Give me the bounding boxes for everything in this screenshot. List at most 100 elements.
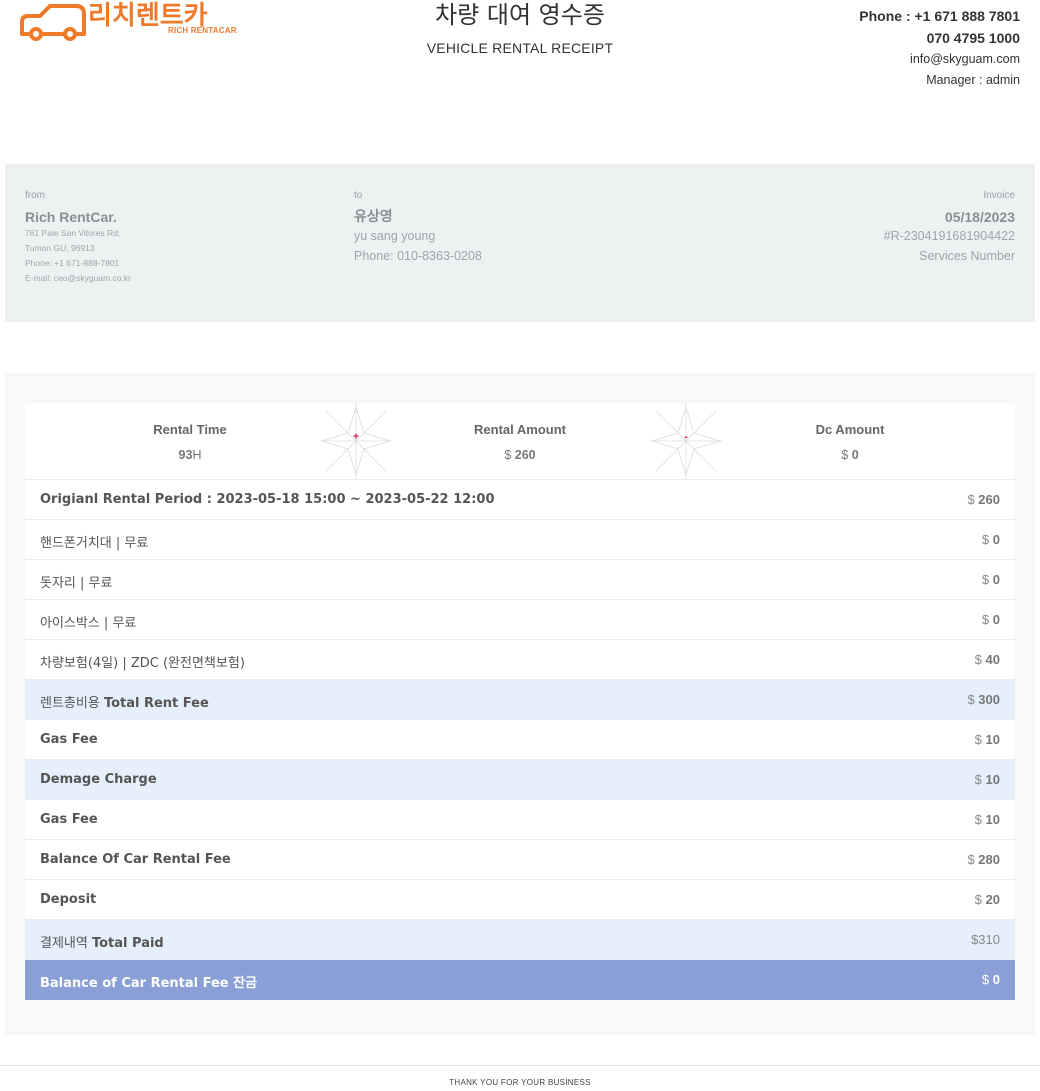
line-item-amount: 40: [985, 652, 1000, 667]
line-item-icebox: 아이스박스 | 무료 $ 0: [25, 600, 1015, 640]
footer-thanks: THANK YOU FOR YOUR BUSINESS: [449, 1078, 591, 1087]
line-item-total-paid: 결제내역 Total Paid $310: [25, 920, 1015, 960]
line-item-label: Gas Fee: [40, 732, 98, 747]
rental-time-unit: H: [192, 448, 202, 462]
rental-amount-value: 260: [514, 448, 536, 462]
to-label: to: [354, 190, 363, 201]
footer-divider: [0, 1065, 1040, 1066]
line-item-label: Total Paid: [91, 936, 164, 951]
line-item-amount: 260: [978, 492, 1000, 507]
line-items-table: Origianl Rental Period : 2023-05-18 15:0…: [25, 480, 1015, 1000]
line-item-mat: 돗자리 | 무료 $ 0: [25, 560, 1015, 600]
contact-phone: Phone : +1 671 888 7801: [859, 8, 1020, 24]
title-korean: 차량 대여 영수증: [435, 1, 605, 29]
line-item-label-ko: 결제내역: [40, 936, 92, 951]
summary-bar: Rental Time 93H + Rental Amount $ 260 - …: [25, 403, 1015, 480]
line-item-amount: 0: [992, 612, 1000, 627]
line-item-currency: $: [974, 732, 982, 747]
line-item-label: 핸드폰거치대 | 무료: [40, 536, 149, 551]
to-name-en: yu sang young: [354, 229, 436, 243]
dc-amount-label: Dc Amount: [815, 422, 885, 437]
line-item-currency: $: [967, 492, 975, 507]
line-item-balance: Balance Of Car Rental Fee $ 280: [25, 840, 1015, 880]
invoice-info-band: from Rich RentCar. 761 Pale San Vitores …: [5, 164, 1035, 322]
dc-amount-cell: Dc Amount $ 0: [750, 422, 950, 463]
line-item-total-rent-fee: 렌트총비용 Total Rent Fee $ 300: [25, 680, 1015, 720]
line-item-final-balance: Balance of Car Rental Fee 잔금 $ 0: [25, 960, 1015, 1000]
from-section: from Rich RentCar. 761 Pale San Vitores …: [25, 190, 131, 286]
invoice-section: Invoice 05/18/2023 #R-2304191681904422 S…: [884, 190, 1015, 266]
invoice-date: 05/18/2023: [944, 209, 1015, 225]
receipt-title: 차량 대여 영수증 VEHICLE RENTAL RECEIPT: [320, 0, 720, 56]
dc-amount-value: 0: [851, 448, 859, 462]
rental-amount-currency: $: [504, 448, 512, 462]
line-item-label: 차량보험(4일) | ZDC (완전면책보험): [40, 656, 245, 671]
line-item-label: Balance Of Car Rental Fee: [40, 852, 231, 867]
line-item-label: 아이스박스 | 무료: [40, 616, 137, 631]
from-phone: Phone: +1 671-888-7801: [25, 258, 120, 268]
line-item-currency: $: [974, 652, 982, 667]
line-item-amount: 0: [992, 532, 1000, 547]
services-number-label: Services Number: [919, 249, 1015, 263]
line-item-label: Origianl Rental Period : 2023-05-18 15:0…: [40, 492, 495, 507]
line-item-amount: 10: [985, 732, 1000, 747]
line-item-currency: $: [974, 812, 982, 827]
line-item-currency: $: [967, 692, 975, 707]
line-item-amount: 300: [978, 692, 1000, 707]
line-item-damage-charge: Demage Charge $ 10: [25, 760, 1015, 800]
line-item-amount: 10: [985, 772, 1000, 787]
rental-time-label: Rental Time: [153, 422, 227, 437]
from-email: E-mail: ceo@skyguam.co.kr: [25, 273, 131, 283]
to-section: to 유상영 yu sang young Phone: 010-8363-020…: [354, 190, 482, 266]
plus-sign: +: [352, 431, 360, 443]
minus-sign: -: [684, 431, 688, 443]
from-name: Rich RentCar.: [25, 209, 117, 225]
line-item-label-ko: 렌트총비용: [40, 696, 104, 711]
rental-amount-cell: Rental Amount $ 260: [420, 422, 620, 463]
line-item-label: Deposit: [40, 892, 97, 907]
line-item-amount: 20: [985, 892, 1000, 907]
line-item-currency: $: [981, 532, 990, 547]
line-item-deposit: Deposit $ 20: [25, 880, 1015, 920]
line-item-label: 돗자리 | 무료: [40, 576, 113, 591]
line-item-amount: 280: [978, 852, 1000, 867]
line-item-label: Total Rent Fee: [103, 696, 209, 711]
company-logo: 리치렌트카 RICH RENTACAR: [18, 0, 236, 44]
plus-operator: +: [320, 403, 392, 479]
line-item-amount: 0: [992, 972, 1000, 987]
minus-operator: -: [650, 403, 722, 479]
contact-email: info@skyguam.com: [910, 52, 1020, 66]
line-item-phone-holder: 핸드폰거치대 | 무료 $ 0: [25, 520, 1015, 560]
from-address-line2: Tumon GU, 96913: [25, 243, 95, 253]
invoice-number: #R-2304191681904422: [883, 229, 1015, 243]
contact-phone-alt: 070 4795 1000: [926, 30, 1020, 46]
line-item-gas-fee: Gas Fee $ 10: [25, 720, 1015, 760]
receipt-details: Rental Time 93H + Rental Amount $ 260 - …: [5, 373, 1035, 1035]
line-item-currency: $: [981, 612, 990, 627]
line-item-currency: $: [967, 852, 975, 867]
company-contact: Phone : +1 671 888 7801 070 4795 1000 in…: [859, 5, 1020, 91]
dc-amount-currency: $: [841, 448, 849, 462]
line-item-currency: $: [981, 972, 990, 987]
logo-text-en: RICH RENTACAR: [168, 26, 237, 35]
rental-time-value: 93: [178, 448, 193, 462]
from-address-line1: 761 Pale San Vitores Rd,: [25, 228, 121, 238]
line-item-currency: $: [974, 892, 982, 907]
line-item-rental-period: Origianl Rental Period : 2023-05-18 15:0…: [25, 480, 1015, 520]
car-logo-icon: [20, 4, 86, 41]
line-item-label: Demage Charge: [40, 772, 157, 787]
to-name-ko: 유상영: [354, 209, 393, 225]
from-label: from: [25, 190, 45, 201]
to-phone: Phone: 010-8363-0208: [354, 249, 482, 263]
line-item-gas-fee-2: Gas Fee $ 10: [25, 800, 1015, 840]
invoice-label: Invoice: [983, 190, 1015, 201]
line-item-amount: 10: [985, 812, 1000, 827]
line-item-amount: 0: [992, 572, 1000, 587]
line-item-amount: 310: [978, 932, 1000, 947]
line-item-currency: $: [981, 572, 990, 587]
line-item-currency: $: [974, 772, 982, 787]
line-item-label: Balance of Car Rental Fee 잔금: [40, 976, 258, 991]
rental-time-cell: Rental Time 93H: [90, 422, 290, 463]
title-english: VEHICLE RENTAL RECEIPT: [426, 40, 614, 56]
rental-amount-label: Rental Amount: [474, 422, 566, 437]
